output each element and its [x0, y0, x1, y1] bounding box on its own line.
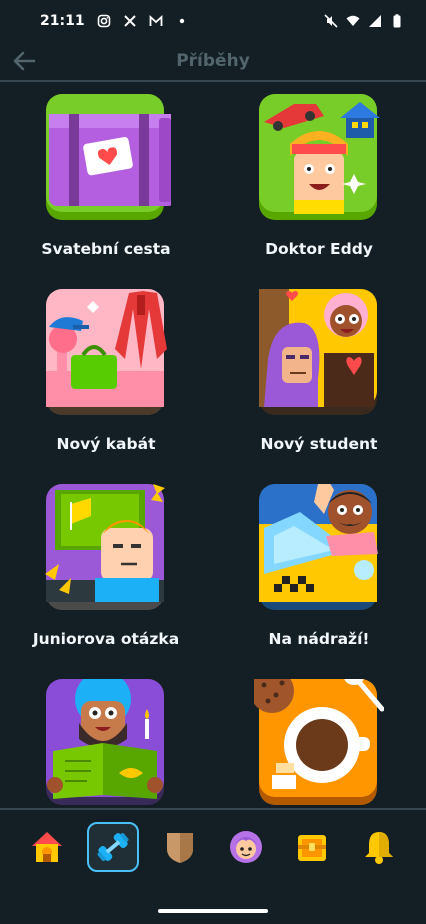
mute-icon	[324, 14, 338, 28]
story-title: Doktor Eddy	[265, 240, 373, 258]
story-title: Nový kabát	[56, 435, 156, 453]
junior-story-image	[45, 484, 165, 610]
signal-icon	[369, 15, 381, 27]
doctor-story-image	[259, 94, 380, 220]
shield-icon	[166, 833, 193, 863]
nav-profile[interactable]	[220, 822, 272, 872]
story-grid: Svatební cesta Doktor Eddy Nový kabát No…	[0, 82, 426, 808]
status-bar: 21:11	[0, 0, 426, 42]
story-card-na-nadrazi[interactable]: Na nádraží!	[219, 480, 419, 648]
story-card-svatebni-cesta[interactable]: Svatební cesta	[6, 94, 206, 258]
story-card-novy-kabat[interactable]: Nový kabát	[6, 289, 206, 453]
story-card-7[interactable]	[6, 671, 206, 808]
header: Příběhy	[0, 42, 426, 82]
gmail-icon	[149, 14, 162, 26]
wifi-icon	[346, 15, 360, 26]
story-card-8[interactable]	[219, 669, 419, 808]
coffee-story-image	[250, 669, 385, 805]
dot-icon	[179, 18, 184, 24]
suitcase-story-image	[46, 94, 176, 220]
nav-quests[interactable]	[286, 822, 338, 872]
nav-leagues[interactable]	[154, 822, 206, 872]
arrow-left-icon[interactable]	[12, 48, 38, 74]
home-icon	[32, 832, 63, 862]
chest-icon	[298, 835, 327, 861]
bell-icon	[364, 832, 393, 864]
story-card-juniorova-otazka[interactable]: Juniorova otázka	[6, 484, 206, 648]
story-title: Svatební cesta	[41, 240, 171, 258]
dumbbell-icon	[98, 833, 129, 861]
story-title: Juniorova otázka	[32, 630, 180, 648]
story-title: Na nádraží!	[268, 630, 370, 648]
story-card-novy-student[interactable]: Nový student	[219, 289, 419, 453]
nav-home[interactable]	[21, 822, 73, 872]
nav-practice[interactable]	[87, 822, 140, 872]
student-story-image	[259, 289, 377, 415]
instagram-icon	[97, 14, 110, 28]
coat-story-image	[46, 289, 167, 415]
nav-notifications[interactable]	[353, 822, 405, 872]
reading-story-image	[46, 671, 164, 805]
avatar-icon	[230, 831, 263, 863]
battery-icon	[393, 14, 401, 28]
story-title: Nový student	[260, 435, 378, 453]
story-card-doktor-eddy[interactable]: Doktor Eddy	[219, 94, 419, 258]
bottom-nav	[0, 808, 426, 902]
x-icon	[123, 15, 136, 27]
status-time: 21:11	[40, 13, 85, 29]
taxi-story-image	[259, 480, 378, 610]
page-title: Příběhy	[176, 51, 250, 71]
gesture-bar[interactable]	[158, 909, 268, 913]
